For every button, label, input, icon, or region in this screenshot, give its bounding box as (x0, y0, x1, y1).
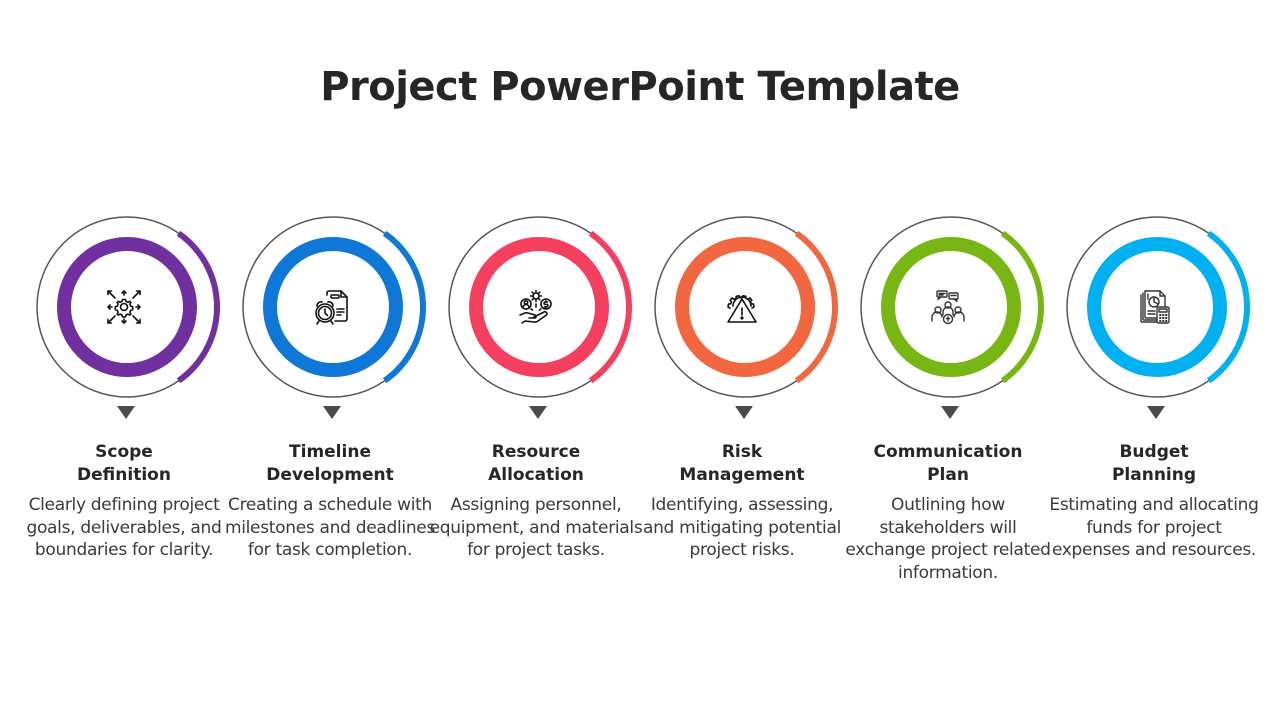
step-scope-definition: Scope Definition Clearly defining projec… (21, 210, 227, 600)
heading-line: Plan (927, 465, 969, 485)
step-heading: Scope Definition (21, 441, 227, 487)
heading-line: Resource (491, 442, 581, 462)
warning-gear-icon (717, 282, 767, 332)
pointer-triangle (117, 406, 135, 419)
calculator-report-icon (1129, 282, 1179, 332)
step-description: Clearly defining project goals, delivera… (26, 495, 222, 560)
step-description: Creating a schedule with milestones and … (224, 495, 436, 560)
pointer-triangle (323, 406, 341, 419)
pointer-triangle (735, 406, 753, 419)
pointer-triangle (941, 406, 959, 419)
heading-line: Timeline (289, 442, 371, 462)
heading-line: Scope (95, 442, 153, 462)
step-risk-management: Risk Management Identifying, assessing, … (639, 210, 845, 600)
alarm-clock-document-icon (305, 282, 355, 332)
pointer-triangle (529, 406, 547, 419)
step-description: Estimating and allocating funds for proj… (1049, 495, 1259, 560)
team-chat-icon (923, 282, 973, 332)
step-communication-plan: Communication Plan Outlining how stakeho… (845, 210, 1051, 600)
gear-arrows-icon (99, 282, 149, 332)
step-description: Outlining how stakeholders will exchange… (845, 495, 1051, 583)
step-description: Assigning personnel, equipment, and mate… (429, 495, 643, 560)
heading-line: Risk (721, 442, 763, 462)
step-heading: Communication Plan (845, 441, 1051, 487)
slide-title: Project PowerPoint Template (320, 64, 960, 110)
step-timeline-development: Timeline Development Creating a schedule… (225, 210, 435, 600)
pointer-triangle (1147, 406, 1165, 419)
heading-line: Development (266, 465, 394, 485)
heading-line: Definition (77, 465, 171, 485)
hand-resources-icon (511, 282, 561, 332)
step-budget-planning: Budget Planning Estimating and allocatin… (1049, 210, 1259, 600)
step-description: Identifying, assessing, and mitigating p… (642, 495, 842, 560)
step-resource-allocation: Resource Allocation Assigning personnel,… (430, 210, 643, 600)
step-heading: Budget Planning (1051, 441, 1257, 487)
step-heading: Risk Management (639, 441, 845, 487)
heading-line: Budget (1119, 442, 1189, 462)
heading-line: Management (679, 465, 805, 485)
heading-line: Planning (1111, 465, 1197, 485)
step-heading: Timeline Development (227, 441, 433, 487)
step-heading: Resource Allocation (433, 441, 639, 487)
heading-line: Communication (873, 442, 1023, 462)
heading-line: Allocation (488, 465, 584, 485)
